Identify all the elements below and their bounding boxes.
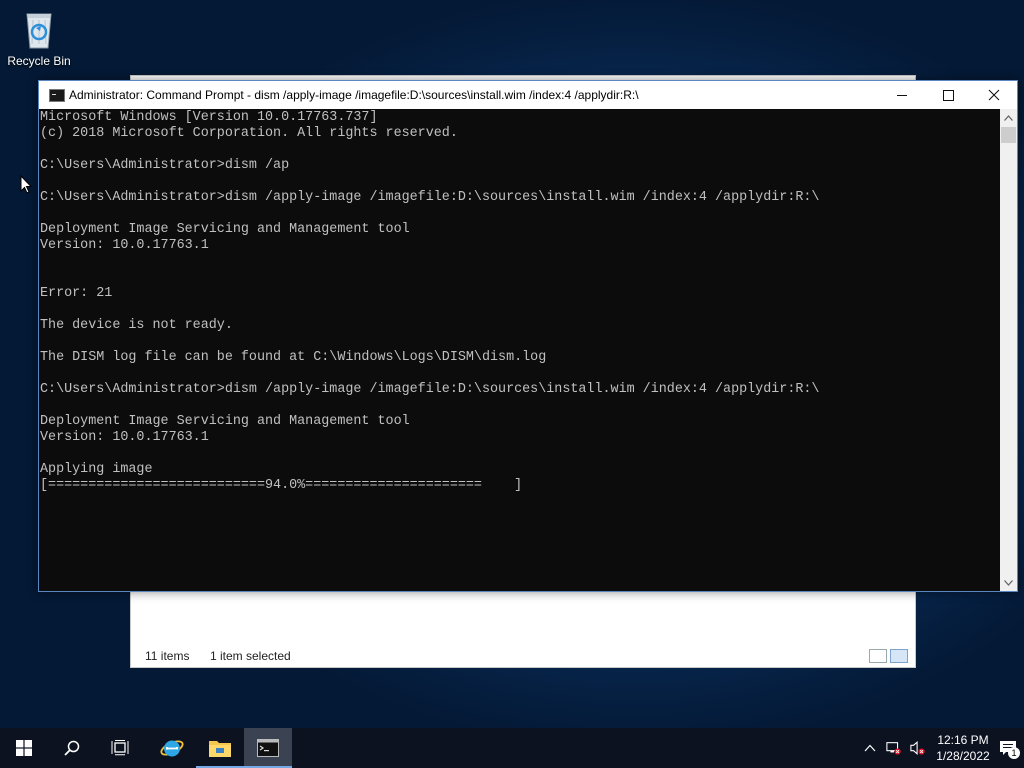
maximize-icon: [942, 89, 954, 101]
task-view-icon: [111, 740, 129, 756]
close-button[interactable]: [971, 81, 1017, 109]
command-prompt-icon: [257, 739, 279, 757]
action-center-button[interactable]: 1: [998, 740, 1020, 759]
console-line: The device is not ready.: [40, 318, 233, 333]
notification-count-badge: 1: [1008, 747, 1020, 759]
clock-button[interactable]: 12:16 PM 1/28/2022: [932, 732, 994, 764]
windows-logo-icon: [16, 740, 32, 756]
details-view-icon[interactable]: [869, 649, 887, 663]
console-line: Microsoft Windows [Version 10.0.17763.73…: [40, 110, 378, 125]
console-line: The DISM log file can be found at C:\Win…: [40, 350, 547, 365]
explorer-status-bar: 11 items 1 item selected: [131, 645, 915, 667]
console-line: Error: 21: [40, 286, 113, 301]
console-line: C:\Users\Administrator>dism /ap: [40, 158, 290, 173]
console-line: Version: 10.0.17763.1: [40, 238, 209, 253]
volume-button[interactable]: [910, 740, 926, 756]
recycle-bin-label: Recycle Bin: [7, 54, 71, 68]
scroll-up-arrow-icon[interactable]: [1000, 109, 1017, 126]
task-view-button[interactable]: [96, 728, 144, 768]
taskbar-command-prompt[interactable]: [244, 728, 292, 768]
scrollbar-thumb[interactable]: [1001, 127, 1016, 143]
maximize-button[interactable]: [925, 81, 971, 109]
console-line: Applying image: [40, 462, 153, 477]
console-output[interactable]: Microsoft Windows [Version 10.0.17763.73…: [39, 109, 1000, 591]
console-line: (c) 2018 Microsoft Corporation. All righ…: [40, 126, 458, 141]
taskbar: 12:16 PM 1/28/2022 1: [0, 728, 1024, 768]
taskbar-file-explorer[interactable]: [196, 728, 244, 768]
show-hidden-icons-button[interactable]: [862, 740, 878, 756]
minimize-icon: [897, 94, 907, 96]
command-prompt-window[interactable]: Administrator: Command Prompt - dism /ap…: [38, 80, 1018, 592]
command-prompt-icon: [49, 89, 65, 102]
console-line: Deployment Image Servicing and Managemen…: [40, 414, 410, 429]
search-button[interactable]: [48, 728, 96, 768]
large-icons-view-icon[interactable]: [890, 649, 908, 663]
network-status-button[interactable]: [886, 740, 902, 756]
console-line: C:\Users\Administrator>dism /apply-image…: [40, 190, 820, 205]
status-selection-count: 1 item selected: [210, 649, 291, 663]
console-line: C:\Users\Administrator>dism /apply-image…: [40, 382, 820, 397]
network-disconnected-icon: [886, 742, 901, 755]
mouse-pointer-icon: [20, 175, 32, 194]
window-title: Administrator: Command Prompt - dism /ap…: [69, 88, 639, 102]
recycle-bin-shortcut[interactable]: Recycle Bin: [4, 6, 74, 76]
console-lines: Microsoft Windows [Version 10.0.17763.73…: [39, 110, 819, 494]
system-tray: 12:16 PM 1/28/2022 1: [824, 728, 1024, 768]
chevron-up-icon: [864, 744, 876, 752]
clock-date: 1/28/2022: [936, 749, 990, 763]
console-title-bar[interactable]: Administrator: Command Prompt - dism /ap…: [39, 81, 1017, 109]
internet-explorer-icon: [160, 740, 184, 757]
console-line: Deployment Image Servicing and Managemen…: [40, 222, 410, 237]
recycle-bin-icon: [19, 6, 59, 50]
volume-muted-icon: [910, 741, 925, 755]
clock-time: 12:16 PM: [937, 733, 989, 747]
vertical-scrollbar[interactable]: [1000, 109, 1017, 591]
taskbar-internet-explorer[interactable]: [148, 728, 196, 768]
file-explorer-icon: [209, 741, 231, 757]
minimize-button[interactable]: [879, 81, 925, 109]
status-item-count: 11 items: [145, 649, 190, 663]
console-line: [===========================94.0%=======…: [40, 478, 523, 493]
search-icon: [64, 740, 80, 756]
scroll-down-arrow-icon[interactable]: [1000, 574, 1017, 591]
console-line: Version: 10.0.17763.1: [40, 430, 209, 445]
close-icon: [988, 89, 1000, 101]
start-button[interactable]: [0, 728, 48, 768]
